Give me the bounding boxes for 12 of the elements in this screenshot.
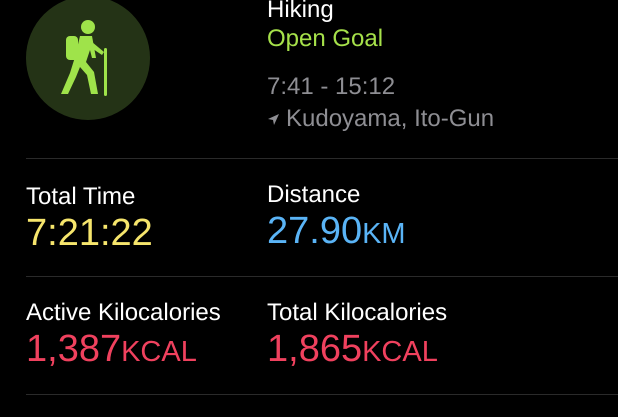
stat-value: 7:21:22 bbox=[26, 210, 154, 254]
stat-value: 1,387KCAL bbox=[26, 327, 198, 372]
time-range: 7:41 - 15:12 bbox=[267, 72, 396, 102]
stat-label: Active Kilocalories bbox=[26, 299, 222, 327]
stat-label: Total Time bbox=[26, 182, 136, 210]
location-icon bbox=[267, 112, 280, 126]
stat-value: 1,865KCAL bbox=[267, 327, 439, 372]
location-text: Kudoyama, Ito-Gun bbox=[286, 104, 494, 134]
stat-label: Distance bbox=[267, 181, 362, 209]
stat-label: Total Kilocalories bbox=[267, 299, 448, 327]
stat-value: 27.90KM bbox=[267, 209, 407, 254]
goal-label: Open Goal bbox=[267, 24, 384, 54]
